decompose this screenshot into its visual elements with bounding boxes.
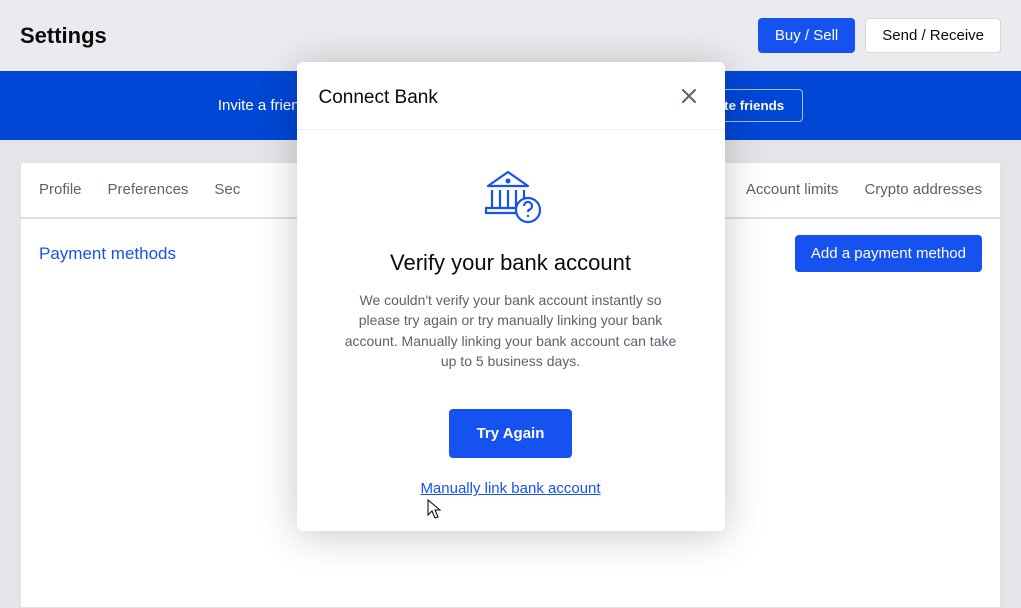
modal-body: Verify your bank account We couldn't ver…	[297, 130, 725, 531]
bank-question-icon	[478, 166, 544, 226]
connect-bank-modal: Connect Bank	[297, 62, 725, 531]
modal-overlay: Connect Bank	[0, 0, 1021, 533]
close-button[interactable]	[675, 82, 703, 113]
close-icon	[679, 86, 699, 106]
manually-link-bank-link[interactable]: Manually link bank account	[335, 480, 687, 497]
modal-heading: Verify your bank account	[335, 250, 687, 276]
modal-description: We couldn't verify your bank account ins…	[341, 290, 681, 371]
modal-title: Connect Bank	[319, 87, 438, 109]
try-again-button[interactable]: Try Again	[449, 409, 573, 458]
modal-header: Connect Bank	[297, 62, 725, 130]
